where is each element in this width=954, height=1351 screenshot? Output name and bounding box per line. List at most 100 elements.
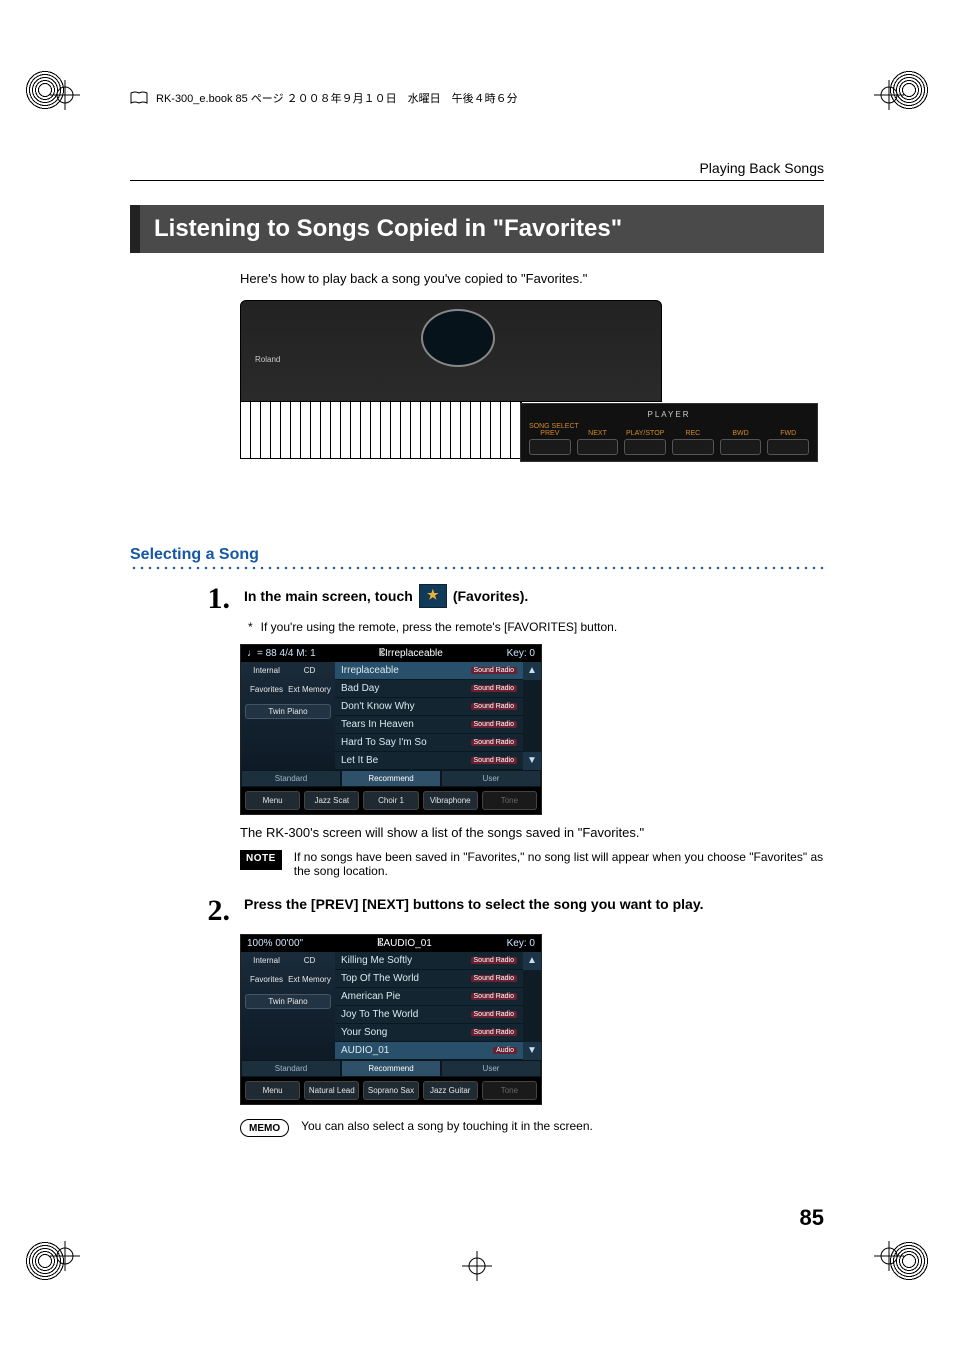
header-rule bbox=[130, 180, 824, 181]
memo-text: You can also select a song by touching i… bbox=[301, 1119, 824, 1137]
tone-button[interactable]: Choir 1 bbox=[363, 791, 418, 810]
twin-piano-button[interactable]: Twin Piano bbox=[245, 704, 331, 719]
rec-button[interactable] bbox=[672, 439, 714, 455]
tab-user[interactable]: User bbox=[441, 770, 541, 787]
tone-button[interactable]: Natural Lead bbox=[304, 1081, 359, 1100]
device-screenshot-2: 100% 00'00" 𝄡AUDIO_01 Key: 0 Internal CD… bbox=[240, 934, 542, 1105]
prev-button[interactable] bbox=[529, 439, 571, 455]
scrollbar[interactable]: ▲ ▼ bbox=[523, 952, 541, 1060]
device-screen-icon bbox=[421, 309, 495, 367]
song-select-label: SONG SELECT bbox=[529, 423, 809, 430]
page-number: 85 bbox=[800, 1205, 824, 1231]
tempo-readout: ♩= 88 4/4 M: 1 bbox=[247, 648, 316, 659]
piano-keys-icon bbox=[240, 402, 522, 459]
key-readout: Key: 0 bbox=[507, 648, 535, 659]
list-item[interactable]: Your SongSound Radio bbox=[335, 1024, 523, 1042]
scroll-up-icon[interactable]: ▲ bbox=[523, 952, 541, 970]
paragraph: The RK-300's screen will show a list of … bbox=[240, 825, 824, 840]
list-item[interactable]: IrreplaceableSound Radio bbox=[335, 662, 523, 680]
scrollbar[interactable]: ▲ ▼ bbox=[523, 662, 541, 770]
list-item[interactable]: Bad DaySound Radio bbox=[335, 680, 523, 698]
player-panel: PLAYER SONG SELECT PREV NEXT PLAY/STOP R… bbox=[520, 403, 818, 462]
tab-recommend[interactable]: Recommend bbox=[341, 770, 441, 787]
list-item[interactable]: Joy To The WorldSound Radio bbox=[335, 1006, 523, 1024]
list-item[interactable]: Hard To Say I'm SoSound Radio bbox=[335, 734, 523, 752]
list-item[interactable]: Killing Me SoftlySound Radio bbox=[335, 952, 523, 970]
registration-mark-icon bbox=[874, 80, 904, 110]
tab-user[interactable]: User bbox=[441, 1060, 541, 1077]
note-block: NOTE If no songs have been saved in "Fav… bbox=[240, 850, 824, 878]
menu-button[interactable]: Menu bbox=[245, 791, 300, 810]
print-header-text: RK-300_e.book 85 ページ ２００８年９月１０日 水曜日 午後４時… bbox=[156, 90, 518, 106]
tab-recommend[interactable]: Recommend bbox=[341, 1060, 441, 1077]
running-header: Playing Back Songs bbox=[130, 160, 824, 176]
current-song: Irreplaceable bbox=[385, 648, 443, 659]
asterisk: * bbox=[248, 620, 253, 634]
next-button[interactable] bbox=[577, 439, 619, 455]
btn-label: FWD bbox=[767, 430, 809, 437]
source-favorites[interactable]: Favorites bbox=[245, 685, 288, 694]
favorites-icon[interactable] bbox=[419, 584, 447, 608]
tone-button[interactable]: Jazz Guitar bbox=[423, 1081, 478, 1100]
song-list: IrreplaceableSound Radio Bad DaySound Ra… bbox=[335, 662, 523, 770]
brand-label: Roland bbox=[255, 355, 280, 364]
intro-text: Here's how to play back a song you've co… bbox=[240, 271, 824, 286]
source-cd[interactable]: CD bbox=[288, 956, 331, 965]
step-number: 1. bbox=[190, 584, 230, 614]
source-favorites[interactable]: Favorites bbox=[245, 975, 288, 984]
list-item[interactable]: Tears In HeavenSound Radio bbox=[335, 716, 523, 734]
list-item[interactable]: Top Of The WorldSound Radio bbox=[335, 970, 523, 988]
registration-mark-icon bbox=[50, 1241, 80, 1271]
bwd-button[interactable] bbox=[720, 439, 762, 455]
source-ext-memory[interactable]: Ext Memory bbox=[288, 975, 331, 984]
memo-block: MEMO You can also select a song by touch… bbox=[240, 1119, 824, 1137]
btn-label: BWD bbox=[720, 430, 762, 437]
btn-label: PLAY/STOP bbox=[624, 430, 666, 437]
note-text: If no songs have been saved in "Favorite… bbox=[294, 850, 824, 878]
footnote: * If you're using the remote, press the … bbox=[248, 620, 824, 634]
source-ext-memory[interactable]: Ext Memory bbox=[288, 685, 331, 694]
list-item[interactable]: American PieSound Radio bbox=[335, 988, 523, 1006]
progress-readout: 100% 00'00" bbox=[247, 938, 303, 949]
key-readout: Key: 0 bbox=[507, 938, 535, 949]
dotted-rule bbox=[130, 566, 824, 570]
registration-mark-icon bbox=[874, 1241, 904, 1271]
list-item[interactable]: Don't Know WhySound Radio bbox=[335, 698, 523, 716]
btn-label: REC bbox=[672, 430, 714, 437]
step-number: 2. bbox=[190, 896, 230, 926]
btn-label: PREV bbox=[529, 430, 571, 437]
source-internal[interactable]: Internal bbox=[245, 666, 288, 675]
scroll-up-icon[interactable]: ▲ bbox=[523, 662, 541, 680]
device-screenshot-1: ♩= 88 4/4 M: 1 𝄡Irreplaceable Key: 0 Int… bbox=[240, 644, 542, 815]
twin-piano-button[interactable]: Twin Piano bbox=[245, 994, 331, 1009]
player-panel-title: PLAYER bbox=[529, 410, 809, 419]
current-song: AUDIO_01 bbox=[383, 938, 431, 949]
list-item[interactable]: Let It BeSound Radio bbox=[335, 752, 523, 770]
step-text: Press the [PREV] [NEXT] buttons to selec… bbox=[244, 896, 703, 912]
tone-button[interactable]: Tone bbox=[482, 1081, 537, 1100]
registration-mark-icon bbox=[462, 1251, 492, 1281]
scroll-down-icon[interactable]: ▼ bbox=[523, 752, 541, 770]
tab-standard[interactable]: Standard bbox=[241, 1060, 341, 1077]
page: RK-300_e.book 85 ページ ２００８年９月１０日 水曜日 午後４時… bbox=[0, 0, 954, 1351]
list-item[interactable]: AUDIO_01Audio bbox=[335, 1042, 523, 1060]
scroll-down-icon[interactable]: ▼ bbox=[523, 1042, 541, 1060]
step-2: 2. Press the [PREV] [NEXT] buttons to se… bbox=[190, 896, 824, 926]
source-internal[interactable]: Internal bbox=[245, 956, 288, 965]
play-stop-button[interactable] bbox=[624, 439, 666, 455]
step-text: (Favorites). bbox=[453, 588, 528, 604]
tone-button[interactable]: Tone bbox=[482, 791, 537, 810]
fwd-button[interactable] bbox=[767, 439, 809, 455]
note-badge: NOTE bbox=[240, 850, 282, 870]
tone-button[interactable]: Vibraphone bbox=[423, 791, 478, 810]
menu-button[interactable]: Menu bbox=[245, 1081, 300, 1100]
btn-label: NEXT bbox=[577, 430, 619, 437]
tone-button[interactable]: Jazz Scat bbox=[304, 791, 359, 810]
print-header: RK-300_e.book 85 ページ ２００８年９月１０日 水曜日 午後４時… bbox=[130, 90, 518, 106]
song-list: Killing Me SoftlySound Radio Top Of The … bbox=[335, 952, 523, 1060]
footnote-text: If you're using the remote, press the re… bbox=[261, 620, 618, 634]
source-cd[interactable]: CD bbox=[288, 666, 331, 675]
tab-standard[interactable]: Standard bbox=[241, 770, 341, 787]
step-1: 1. In the main screen, touch (Favorites)… bbox=[190, 584, 824, 614]
tone-button[interactable]: Soprano Sax bbox=[363, 1081, 418, 1100]
